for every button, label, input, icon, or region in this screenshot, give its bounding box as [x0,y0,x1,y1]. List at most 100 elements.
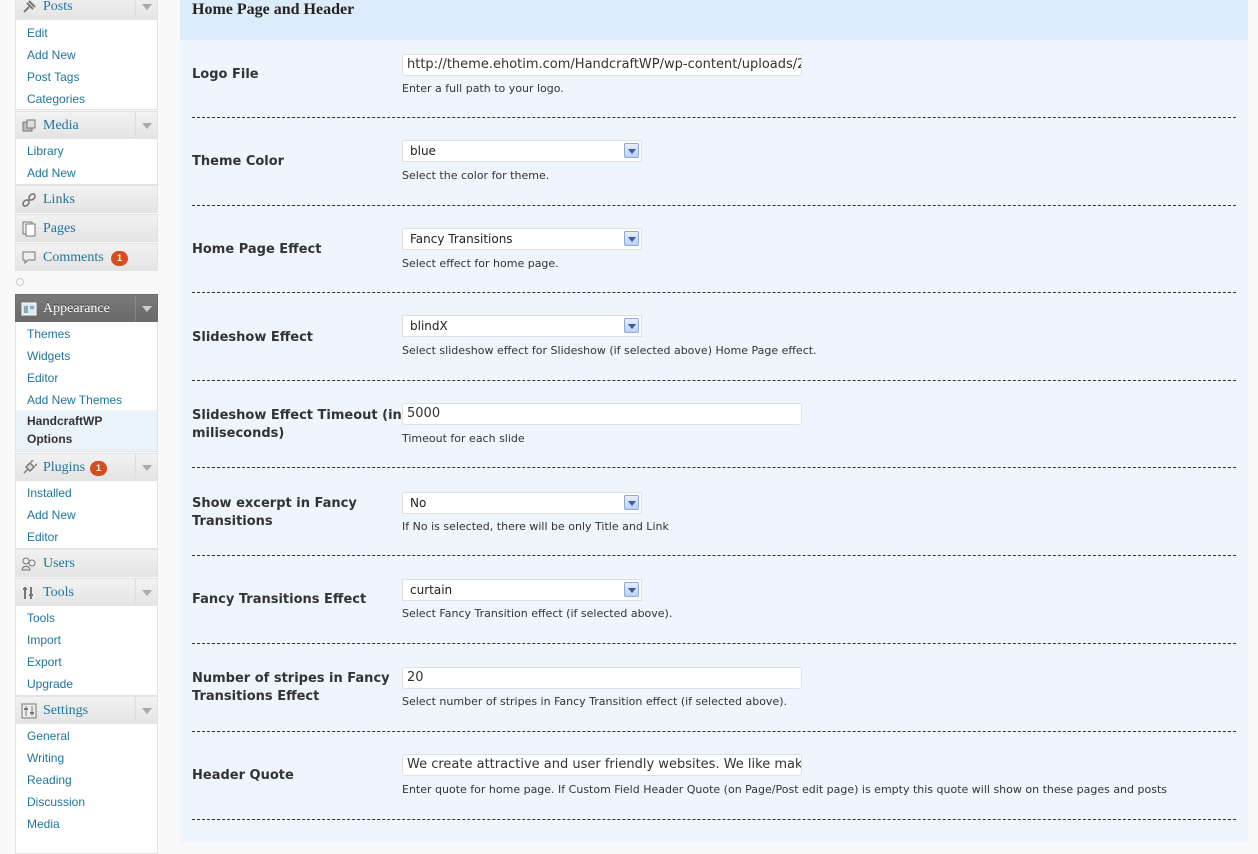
submenu-settings: General Writing Reading Discussion Media [15,724,158,854]
submenu-item-edit[interactable]: Edit [27,26,48,40]
select-value: No [410,496,427,510]
field-row-fancy-transitions-effect: Fancy Transitions Effect curtain Select … [192,556,1244,644]
dropdown-arrow-icon[interactable] [624,582,639,597]
field-help: Select Fancy Transition effect (if selec… [402,607,673,620]
field-row-slideshow-effect: Slideshow Effect blindX Select slideshow… [192,293,1244,381]
submenu-item-plugin-editor[interactable]: Editor [27,530,58,544]
submenu-tools: Tools Import Export Upgrade [15,606,158,696]
menu-comments[interactable]: Comments 1 [15,243,158,271]
menu-media-label[interactable]: Media [43,112,79,140]
submenu-item-general[interactable]: General [27,729,70,743]
options-panel: Home Page and Header Logo File http://th… [180,0,1248,842]
submenu-item-tools[interactable]: Tools [27,611,55,625]
field-label: Fancy Transitions Effect [192,592,367,607]
menu-pages[interactable]: Pages [15,214,158,242]
appearance-toggle-arrow-icon[interactable] [135,295,157,321]
field-label: Number of stripes in Fancy Transitions E… [192,671,390,704]
menu-tools[interactable]: Tools [15,578,158,606]
submenu-item-library[interactable]: Library [27,144,64,158]
pages-icon [22,221,36,237]
link-icon [22,193,36,207]
show-excerpt-select[interactable]: No [402,492,642,514]
field-row-home-page-effect: Home Page Effect Fancy Transitions Selec… [192,206,1244,294]
media-icon [22,119,36,132]
submenu-media: Library Add New [15,139,158,185]
menu-settings[interactable]: Settings [15,696,158,724]
settings-toggle-arrow-icon[interactable] [135,697,157,723]
submenu-item-upgrade[interactable]: Upgrade [27,677,73,691]
submenu-item-add-new-media[interactable]: Add New [27,166,76,180]
field-row-theme-color: Theme Color blue Select the color for th… [192,118,1244,206]
menu-comments-label[interactable]: Comments [43,244,104,272]
submenu-item-add-new-post[interactable]: Add New [27,48,76,62]
submenu-item-discussion[interactable]: Discussion [27,795,85,809]
submenu-item-export[interactable]: Export [27,655,62,669]
tools-toggle-arrow-icon[interactable] [135,579,157,605]
menu-links[interactable]: Links [15,185,158,213]
pin-icon [23,0,36,13]
submenu-item-installed[interactable]: Installed [27,486,72,500]
submenu-item-categories[interactable]: Categories [27,92,85,106]
comments-count-badge: 1 [111,251,128,266]
posts-toggle-arrow-icon[interactable] [135,0,157,19]
submenu-item-handcraftwp-options[interactable]: HandcraftWP Options [27,412,137,448]
settings-icon [21,703,37,719]
slideshow-timeout-input[interactable]: 5000 [402,403,802,425]
submenu-item-add-new-themes[interactable]: Add New Themes [27,393,122,407]
plug-icon [23,460,37,474]
admin-sidebar: Posts Edit Add New Post Tags Categories … [0,0,170,854]
menu-plugins[interactable]: Plugins 1 [15,453,158,481]
menu-separator[interactable] [16,278,24,286]
section-title: Home Page and Header [192,1,355,18]
dropdown-arrow-icon[interactable] [624,495,639,510]
submenu-item-reading[interactable]: Reading [27,773,72,787]
home-page-effect-select[interactable]: Fancy Transitions [402,228,642,250]
row-divider [192,819,1236,820]
submenu-plugins: Installed Add New Editor [15,481,158,549]
menu-users[interactable]: Users [15,549,158,577]
field-help: If No is selected, there will be only Ti… [402,520,669,533]
submenu-item-editor[interactable]: Editor [27,371,58,385]
field-label: Show excerpt in Fancy Transitions [192,496,357,529]
submenu-item-import[interactable]: Import [27,633,61,647]
submenu-item-add-new-plugin[interactable]: Add New [27,508,76,522]
menu-plugins-label[interactable]: Plugins [43,454,85,482]
menu-posts[interactable]: Posts [15,0,158,20]
field-help: Select effect for home page. [402,257,559,270]
logo-file-input[interactable]: http://theme.ehotim.com/HandcraftWP/wp-c… [402,54,802,76]
media-toggle-arrow-icon[interactable] [135,112,157,138]
theme-color-select[interactable]: blue [402,140,642,162]
dropdown-arrow-icon[interactable] [624,231,639,246]
slideshow-effect-select[interactable]: blindX [402,315,642,337]
submenu-item-writing[interactable]: Writing [27,751,64,765]
number-of-stripes-input[interactable]: 20 [402,667,802,689]
header-quote-input[interactable]: We create attractive and user friendly w… [402,754,802,776]
menu-links-label[interactable]: Links [43,186,75,214]
menu-users-label[interactable]: Users [43,550,75,578]
submenu-item-widgets[interactable]: Widgets [27,349,70,363]
submenu-item-media-settings[interactable]: Media [27,817,60,831]
field-help: Select slideshow effect for Slideshow (i… [402,344,817,357]
fancy-transitions-effect-select[interactable]: curtain [402,579,642,601]
field-row-number-of-stripes: Number of stripes in Fancy Transitions E… [192,644,1244,732]
select-value: curtain [410,583,453,597]
field-help: Select the color for theme. [402,169,550,182]
submenu-item-post-tags[interactable]: Post Tags [27,70,79,84]
field-help: Enter quote for home page. If Custom Fie… [402,783,1167,796]
menu-appearance[interactable]: Appearance [15,294,158,322]
dropdown-arrow-icon[interactable] [624,143,639,158]
plugins-toggle-arrow-icon[interactable] [135,454,157,480]
appearance-icon [21,302,37,316]
menu-pages-label[interactable]: Pages [43,215,76,243]
field-row-logo-file: Logo File http://theme.ehotim.com/Handcr… [192,44,1244,118]
submenu-appearance: Themes Widgets Editor Add New Themes Han… [15,322,158,452]
menu-posts-label[interactable]: Posts [43,0,73,21]
dropdown-arrow-icon[interactable] [624,318,639,333]
menu-settings-label[interactable]: Settings [43,697,88,725]
submenu-posts: Edit Add New Post Tags Categories [15,20,158,110]
menu-tools-label[interactable]: Tools [43,579,74,607]
menu-media[interactable]: Media [15,111,158,139]
field-label: Slideshow Effect [192,330,314,345]
submenu-item-themes[interactable]: Themes [27,327,70,341]
menu-appearance-label[interactable]: Appearance [43,295,110,323]
